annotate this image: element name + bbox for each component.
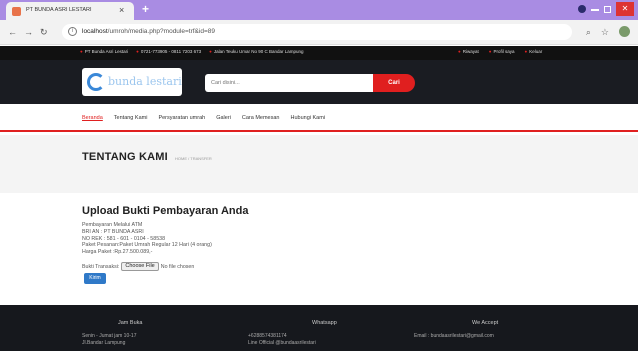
logo-swoosh-icon (87, 73, 105, 91)
footer-accept: Email : bundaasrilestari@gmail.com (414, 333, 494, 340)
zoom-icon[interactable]: ⌕ (586, 27, 591, 37)
profile-avatar[interactable] (619, 26, 630, 37)
location-icon: ● (209, 49, 212, 54)
file-upload-row: Bukti Transaksi: Choose File No file cho… (82, 262, 194, 271)
browser-tab[interactable]: PT BUNDA ASRI LESTARI × (6, 2, 134, 20)
user-links: ● Riwayat ● Profil saya ● Keluar (458, 49, 542, 54)
nav-item-galeri[interactable]: Galeri (216, 115, 231, 121)
top-info-bar: ● PT Bunda Asri Lestari ● 0721-773905 - 08… (0, 46, 638, 60)
logo-text: bunda lestari (108, 75, 182, 88)
tab-title: PT BUNDA ASRI LESTARI (26, 7, 92, 13)
reload-icon[interactable]: ↻ (40, 27, 48, 37)
file-label: Bukti Transaksi: (82, 263, 120, 270)
tab-close-icon[interactable]: × (119, 5, 124, 15)
account-number: NO REK : 581 - 601 - 0104 - 58538 (82, 235, 166, 242)
nav-item-cara-memesan[interactable]: Cara Memesan (242, 115, 280, 121)
link-profil-label: Profil saya (493, 49, 515, 54)
window-close-icon[interactable]: ✕ (616, 2, 634, 16)
url-host: localhost (82, 28, 108, 35)
forward-icon[interactable]: → (24, 27, 33, 37)
search-button[interactable]: Cari (373, 74, 415, 92)
site-info-icon[interactable]: i (68, 27, 77, 36)
nav-item-hubungi-kami[interactable]: Hubungi Kami (291, 115, 326, 121)
nav-item-tentang-kami[interactable]: Tentang Kami (114, 115, 148, 121)
link-profil[interactable]: ● Profil saya (489, 49, 515, 54)
upload-heading: Upload Bukti Pembayaran Anda (82, 205, 249, 217)
home-icon: ● (80, 49, 83, 54)
new-tab-icon[interactable]: + (142, 3, 149, 15)
footer-email: Email : bundaasrilestari@gmail.com (414, 333, 494, 339)
history-icon: ● (458, 49, 461, 54)
contact-info: ● PT Bunda Asri Lestari ● 0721-773905 - 08… (80, 49, 304, 54)
phone-number: 0721-773905 - 0811 7203 673 (140, 49, 202, 54)
site-header: bunda lestari Cari (0, 60, 638, 104)
footer-hours-line: Senin - Jumat jam 10-17 (82, 333, 137, 339)
address-text: Jalan Teuku Umar No 90 C Bandar Lampung (213, 49, 304, 54)
account-name: BRI AN : PT BUNDA ASRI (82, 228, 144, 235)
footer-phone-line: +6288574381174 (248, 333, 287, 339)
back-icon[interactable]: ← (8, 27, 17, 37)
link-keluar-label: Keluar (529, 49, 543, 54)
footer-line-official: Line Official @bundaasrilestari (248, 340, 316, 346)
browser-tab-bar: PT BUNDA ASRI LESTARI × + ✕ (0, 0, 638, 20)
window-controls: ✕ (578, 2, 634, 16)
site-footer: Jam Buka Senin - Jumat jam 10-17 Jl.Band… (0, 305, 638, 351)
nav-item-beranda[interactable]: Beranda (82, 115, 103, 121)
address-bar-row: ← → ↻ i localhost/umroh/media.php?module… (0, 20, 638, 45)
search-input[interactable] (205, 74, 375, 92)
phone-icon: ● (136, 49, 139, 54)
payment-info: Pembayaran Melalui ATM BRI AN : PT BUNDA… (82, 222, 212, 256)
company-name: PT Bunda Asri Lestari (84, 49, 129, 54)
page-title: TENTANG KAMI (82, 151, 168, 163)
page-title-band: TENTANG KAMI HOME / TRANSFER (0, 135, 638, 193)
breadcrumb: HOME / TRANSFER (175, 156, 212, 161)
phone-info: ● 0721-773905 - 0811 7203 673 (136, 49, 201, 54)
footer-city-line: Jl.Bandar Lampung (82, 340, 126, 346)
link-riwayat[interactable]: ● Riwayat (458, 49, 479, 54)
footer-hours: Senin - Jumat jam 10-17 Jl.Bandar Lampun… (82, 333, 136, 347)
link-keluar[interactable]: ● Keluar (524, 49, 542, 54)
site-logo[interactable]: bunda lestari (82, 68, 182, 96)
minimize-icon[interactable] (591, 9, 599, 11)
main-nav: Beranda Tentang Kami Persyaratan umrah G… (0, 104, 638, 132)
url-text: localhost/umroh/media.php?module=trf&id=… (82, 28, 215, 35)
bookmark-star-icon[interactable]: ☆ (601, 27, 609, 37)
favicon-icon (12, 7, 21, 16)
company-info: ● PT Bunda Asri Lestari (80, 49, 128, 54)
address-info: ● Jalan Teuku Umar No 90 C Bandar Lampung (209, 49, 303, 54)
nav-items: Beranda Tentang Kami Persyaratan umrah G… (82, 115, 325, 121)
file-status: No file chosen (160, 263, 195, 270)
link-riwayat-label: Riwayat (462, 49, 479, 54)
package-order: Paket Pesanan:Paket Umrah Regular 12 Har… (82, 242, 212, 249)
url-field[interactable]: i localhost/umroh/media.php?module=trf&i… (62, 24, 572, 40)
user-icon: ● (488, 49, 492, 54)
footer-hours-heading: Jam Buka (118, 320, 143, 326)
footer-accept-heading: We Accept (472, 320, 499, 326)
submit-button[interactable]: Kirim (84, 273, 106, 284)
choose-file-button[interactable]: Choose File (121, 262, 159, 271)
package-price: Harga Paket :Rp.27.500.089,- (82, 249, 153, 256)
footer-whatsapp-heading: Whatsapp (312, 320, 337, 326)
maximize-icon[interactable] (604, 5, 611, 13)
logout-icon: ● (524, 49, 528, 54)
url-path: /umroh/media.php?module=trf&id=89 (107, 28, 215, 35)
footer-whatsapp: +6288574381174 Line Official @bundaasril… (248, 333, 316, 347)
profile-dot-icon[interactable] (578, 5, 586, 13)
nav-item-persyaratan[interactable]: Persyaratan umrah (158, 115, 205, 121)
payment-method: Pembayaran Melalui ATM (82, 222, 143, 228)
address-bar-icons: ⌕ ☆ (586, 26, 630, 37)
